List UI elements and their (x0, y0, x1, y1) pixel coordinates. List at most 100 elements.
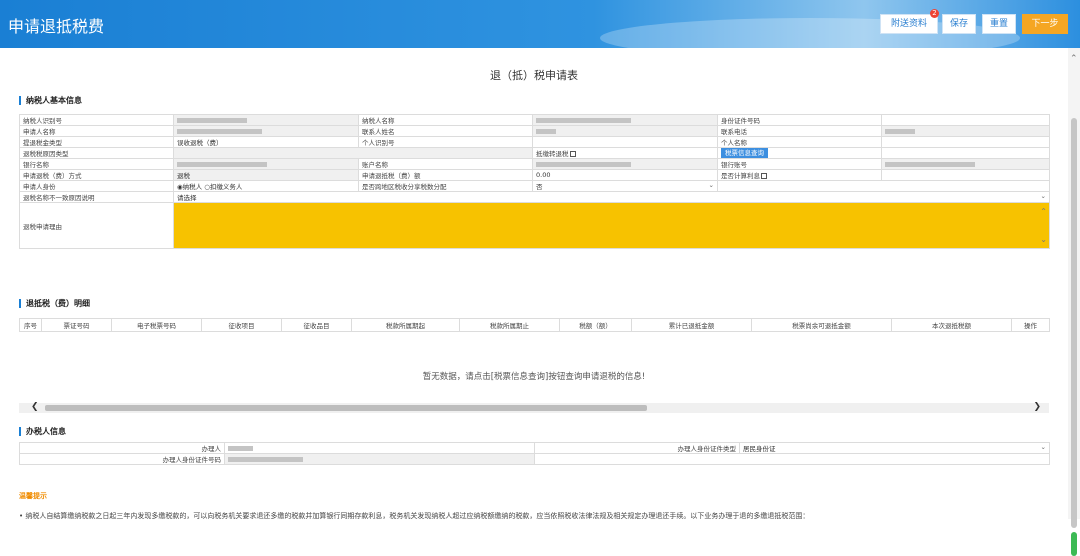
reset-button[interactable]: 重置 (982, 14, 1016, 34)
taxpayer-name-field (532, 114, 718, 126)
horizontal-scrollbar[interactable]: ❮ ❯ (19, 402, 1049, 413)
label-calc-interest: 是否计算利息 (721, 172, 760, 180)
column-header: 票证号码 (41, 318, 112, 332)
scroll-indicator (1071, 532, 1077, 556)
column-header: 税款所属期止 (459, 318, 560, 332)
label-contact-name: 联系人姓名 (358, 125, 533, 137)
label-applicant-name: 申请人名称 (19, 125, 174, 137)
chevron-down-icon: ⌄ (708, 181, 714, 190)
redacted-value (228, 445, 253, 451)
refund-method-value: 退税 (173, 169, 359, 181)
interest-checkbox-cell: 是否计算利息 (717, 169, 882, 181)
contact-phone-field (881, 125, 1050, 137)
bank-name-field (173, 158, 359, 170)
refund-type-value: 误收退税（费） (173, 136, 359, 148)
handler-id-number-field (224, 453, 535, 465)
refund-reason-textarea[interactable]: ⌃ ⌄ (173, 202, 1050, 249)
empty-data-message: 暂无数据，请点击[税票信息查询]按钮查询申请退税的信息! (422, 372, 646, 382)
refund-detail-table: 序号 票证号码 电子税票号码 征收项目 征收品目 税款所属期起 税款所属期止 税额（额） 累计已… (19, 318, 1050, 332)
attach-count-badge: 2 (930, 9, 939, 18)
label-contact-phone: 联系电话 (717, 125, 882, 137)
vertical-scrollbar[interactable]: ⌃ (1068, 48, 1080, 556)
column-header: 累计已退抵金额 (631, 318, 752, 332)
label-bank-account: 银行账号 (717, 158, 882, 170)
textarea-scroll-down-icon[interactable]: ⌄ (1040, 235, 1047, 244)
column-header: 税款所属期起 (351, 318, 460, 332)
table-header-row: 序号 票证号码 电子税票号码 征收项目 征收品目 税款所属期起 税款所属期止 税额（额） 累计已… (19, 318, 1050, 332)
interest-checkbox[interactable] (761, 173, 767, 179)
column-header: 电子税票号码 (111, 318, 202, 332)
label-handler-id-number: 办理人身份证件号码 (19, 453, 225, 465)
app-header: 申请退抵税费 附送资料 2 保存 重置 下一步 (0, 0, 1080, 48)
handler-info-table: 办理人 办理人身份证件类型 居民身份证 ⌄ 办理人身份证件号码 (19, 442, 1050, 465)
form-content: 退（抵）税申请表 纳税人基本信息 纳税人识别号 纳税人名称 身份证件号码 申请人… (0, 48, 1068, 519)
scroll-right-icon[interactable]: ❯ (1033, 402, 1041, 412)
tips-title: 温馨提示 (19, 492, 47, 500)
cross-region-select[interactable]: 否 ⌄ (532, 180, 718, 192)
column-header: 征收项目 (201, 318, 282, 332)
empty-cell (881, 147, 1050, 159)
label-transfer: 抵缴转退税 (536, 150, 569, 158)
label-refund-type: 提退税金类型 (19, 136, 174, 148)
label-refund-reason: 退税申请理由 (19, 202, 174, 249)
redacted-value (885, 161, 975, 167)
tax-ticket-query-button[interactable]: 税票信息查询 (721, 148, 768, 158)
redacted-value (177, 161, 267, 167)
handler-id-type-select[interactable]: 居民身份证 ⌄ (739, 442, 1050, 454)
column-header: 本次退抵税额 (891, 318, 1012, 332)
mismatch-reason-select[interactable]: 请选择 ⌄ (173, 191, 1050, 203)
redacted-value (536, 128, 556, 134)
label-handler: 办理人 (19, 442, 225, 454)
chevron-down-icon: ⌄ (1040, 192, 1046, 201)
column-header: 税票尚余可退抵金额 (751, 318, 892, 332)
chevron-down-icon: ⌄ (1040, 443, 1046, 452)
refund-reason-type-field (173, 147, 533, 159)
label-applicant-identity: 申请人身份 (19, 180, 174, 192)
column-header: 操作 (1011, 318, 1050, 332)
redacted-value (228, 456, 303, 462)
label-mismatch-reason: 退税名称不一致原因说明 (19, 191, 174, 203)
next-step-button[interactable]: 下一步 (1022, 14, 1068, 34)
radio-taxpayer-label: 纳税人 (182, 183, 203, 191)
cross-region-value: 否 (536, 183, 543, 191)
scroll-up-icon[interactable]: ⌃ (1070, 54, 1078, 64)
contact-name-field (532, 125, 718, 137)
section-title-handler: 办税人信息 (19, 427, 66, 436)
column-header: 序号 (19, 318, 42, 332)
page-title: 申请退抵税费 (8, 17, 105, 36)
refund-amount-value: 0.00 (532, 169, 718, 181)
scroll-left-icon[interactable]: ❮ (31, 402, 39, 412)
redacted-value (177, 128, 262, 134)
personal-name-field[interactable] (881, 136, 1050, 148)
mismatch-reason-placeholder: 请选择 (177, 194, 197, 202)
tips-text: • 纳税人自结算缴纳税款之日起三年内发现多缴税款的，可以向税务机关要求退还多缴的… (19, 512, 810, 519)
attach-materials-button[interactable]: 附送资料 (880, 14, 938, 34)
textarea-scroll-up-icon[interactable]: ⌃ (1040, 207, 1047, 216)
query-button-cell: 税票信息查询 (717, 147, 882, 159)
save-button[interactable]: 保存 (942, 14, 976, 34)
bank-account-field (881, 158, 1050, 170)
label-taxpayer-id: 纳税人识别号 (19, 114, 174, 126)
id-number-field[interactable] (881, 114, 1050, 126)
taxpayer-id-field (173, 114, 359, 126)
empty-cell (534, 453, 1050, 465)
form-title: 退（抵）税申请表 (490, 69, 578, 82)
redacted-value (536, 117, 631, 123)
column-header: 征收品目 (281, 318, 352, 332)
identity-radio-group: ◉纳税人 ○扣缴义务人 (173, 180, 359, 192)
transfer-checkbox[interactable] (569, 151, 576, 157)
section-title-detail: 退抵税（费）明细 (19, 299, 90, 308)
label-refund-amount: 申请退抵税（费）额 (358, 169, 533, 181)
label-refund-method: 申请退税（费）方式 (19, 169, 174, 181)
handler-field (224, 442, 535, 454)
transfer-checkbox-cell: 抵缴转退税 (532, 147, 718, 159)
empty-cell (717, 180, 1050, 192)
scrollbar-thumb[interactable] (1071, 118, 1077, 528)
scrollbar-thumb[interactable] (45, 405, 647, 411)
label-bank-name: 银行名称 (19, 158, 174, 170)
personal-id-field[interactable] (532, 136, 718, 148)
basic-info-table: 纳税人识别号 纳税人名称 身份证件号码 申请人名称 联系人姓名 联系电话 提退税… (19, 114, 1050, 249)
label-refund-reason-type: 退税税原因类型 (19, 147, 174, 159)
redacted-value (885, 128, 915, 134)
handler-id-type-value: 居民身份证 (743, 445, 776, 453)
